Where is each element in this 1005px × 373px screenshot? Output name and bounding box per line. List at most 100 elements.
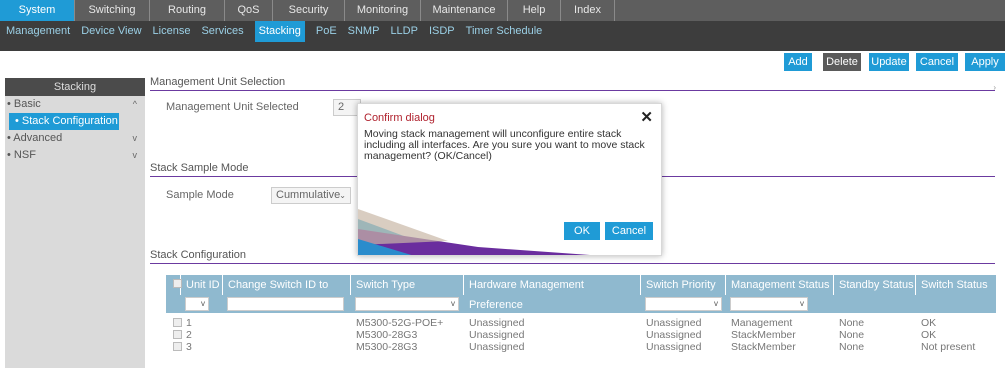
subnav-lldp[interactable]: LLDP	[390, 21, 418, 42]
standby-cell: None	[839, 329, 865, 341]
unit-id-cell: 1	[186, 317, 192, 329]
change-switch-id-cell	[223, 329, 351, 341]
section-divider	[150, 263, 995, 264]
tab-security[interactable]: Security	[273, 0, 345, 21]
management-unit-value: 2	[338, 101, 345, 113]
mgmt-status-cell: StackMember	[731, 329, 796, 341]
standby-cell: None	[839, 341, 865, 353]
standby-cell: None	[839, 317, 865, 329]
table-row[interactable]: 2 M5300-28G3 Unassigned Unassigned Stack…	[166, 329, 996, 341]
unit-id-cell: 2	[186, 329, 192, 341]
col-management-status[interactable]: Management Status	[726, 275, 834, 295]
subnav-device-view[interactable]: Device View	[81, 21, 141, 42]
col-switch-status[interactable]: Switch Status	[916, 275, 996, 295]
collapse-icon[interactable]: ›	[993, 83, 996, 92]
sidebar: Stacking • Basic ^ • Stack Configuration…	[5, 78, 145, 368]
unit-id-filter[interactable]: v	[185, 297, 209, 311]
sidebar-item-basic[interactable]: • Basic ^	[5, 96, 145, 113]
dialog-message: Moving stack management will unconfigure…	[364, 128, 645, 162]
chevron-down-icon: v	[201, 299, 205, 308]
dialog-cancel-button[interactable]: Cancel	[605, 222, 653, 240]
priority-cell: Unassigned	[646, 317, 702, 329]
subnav-license[interactable]: License	[153, 21, 191, 42]
sidebar-item-label: • Stack Configuration	[15, 115, 118, 127]
sidebar-item-advanced[interactable]: • Advanced v	[5, 130, 145, 147]
tab-monitoring[interactable]: Monitoring	[345, 0, 421, 21]
hw-pref-cell: Unassigned	[469, 329, 525, 341]
update-button[interactable]: Update	[869, 53, 909, 71]
table-filter-row: v v v v	[166, 295, 996, 313]
switch-type-cell: M5300-28G3	[356, 341, 418, 353]
action-bar: Add Delete Update Cancel Apply	[0, 51, 1005, 73]
delete-button[interactable]: Delete	[823, 53, 861, 71]
sidebar-item-label: • Advanced	[7, 132, 63, 144]
switch-status-cell: OK	[921, 317, 937, 329]
stack-configuration-table: Unit ID Change Switch ID to Switch Type …	[166, 275, 996, 353]
section-title-management-unit: Management Unit Selection	[150, 76, 286, 88]
mgmt-status-cell: StackMember	[731, 341, 796, 353]
tab-help[interactable]: Help	[508, 0, 561, 21]
switch-status-cell: Not present	[921, 341, 976, 353]
subnav-snmp[interactable]: SNMP	[348, 21, 380, 42]
tab-system[interactable]: System	[0, 0, 75, 21]
subnav-timer-schedule[interactable]: Timer Schedule	[466, 21, 543, 42]
sample-mode-label: Sample Mode	[166, 189, 234, 201]
unit-id-cell: 3	[186, 341, 192, 353]
chevron-down-icon: ⌄	[339, 191, 346, 200]
sidebar-item-label: • Basic	[7, 98, 41, 110]
cancel-button[interactable]: Cancel	[916, 53, 958, 71]
col-hw-mgmt-pref[interactable]: Hardware Management Preference	[464, 275, 641, 311]
add-button[interactable]: Add	[784, 53, 812, 71]
switch-priority-filter[interactable]: v	[645, 297, 722, 311]
tab-maintenance[interactable]: Maintenance	[421, 0, 508, 21]
subnav-poe[interactable]: PoE	[316, 21, 337, 42]
table-row[interactable]: 3 M5300-28G3 Unassigned Unassigned Stack…	[166, 341, 996, 353]
sidebar-title: Stacking	[5, 78, 145, 96]
apply-button[interactable]: Apply	[965, 53, 1005, 71]
change-switch-id-cell	[223, 317, 351, 329]
priority-cell: Unassigned	[646, 341, 702, 353]
confirm-dialog: Confirm dialog ✕ Moving stack management…	[357, 103, 662, 256]
sample-mode-value: Cummulative	[276, 189, 341, 201]
section-title-stack-configuration: Stack Configuration	[150, 249, 246, 261]
tab-index[interactable]: Index	[561, 0, 615, 21]
select-all-cell[interactable]	[166, 275, 182, 295]
tab-switching[interactable]: Switching	[75, 0, 150, 21]
sidebar-item-label: • NSF	[7, 149, 36, 161]
section-divider	[150, 90, 995, 91]
ok-button[interactable]: OK	[564, 222, 600, 240]
hw-pref-cell: Unassigned	[469, 317, 525, 329]
subnav-isdp[interactable]: ISDP	[429, 21, 455, 42]
change-switch-id-filter[interactable]	[227, 297, 344, 311]
management-status-filter[interactable]: v	[730, 297, 808, 311]
section-title-sample-mode: Stack Sample Mode	[150, 162, 249, 174]
col-switch-type[interactable]: Switch Type	[351, 275, 464, 295]
chevron-down-icon: v	[451, 299, 455, 308]
switch-type-cell: M5300-52G-POE+	[356, 317, 444, 329]
subnav-stacking[interactable]: Stacking	[254, 21, 305, 42]
sub-nav: Management Device View License Services …	[0, 21, 1005, 51]
sidebar-item-stack-configuration[interactable]: • Stack Configuration	[9, 113, 119, 130]
close-icon[interactable]: ✕	[640, 108, 653, 126]
table-header: Unit ID Change Switch ID to Switch Type …	[166, 275, 996, 311]
dialog-title: Confirm dialog	[364, 112, 435, 124]
col-change-switch-id[interactable]: Change Switch ID to	[223, 275, 351, 295]
col-switch-priority[interactable]: Switch Priority	[641, 275, 726, 295]
chevron-down-icon: v	[714, 299, 718, 308]
tab-qos[interactable]: QoS	[225, 0, 273, 21]
top-nav: System Switching Routing QoS Security Mo…	[0, 0, 1005, 21]
sample-mode-select[interactable]: Cummulative ⌄	[271, 187, 351, 204]
tab-routing[interactable]: Routing	[150, 0, 225, 21]
chevron-down-icon: v	[800, 299, 804, 308]
switch-type-filter[interactable]: v	[355, 297, 459, 311]
subnav-services[interactable]: Services	[201, 21, 243, 42]
subnav-management[interactable]: Management	[6, 21, 70, 42]
col-standby-status[interactable]: Standby Status	[834, 275, 916, 295]
col-unit-id[interactable]: Unit ID	[181, 275, 223, 295]
switch-status-cell: OK	[921, 329, 937, 341]
table-row[interactable]: 1 M5300-52G-POE+ Unassigned Unassigned M…	[166, 317, 996, 329]
management-unit-label: Management Unit Selected	[166, 101, 299, 113]
chevron-down-icon: v	[132, 133, 138, 143]
sidebar-item-nsf[interactable]: • NSF v	[5, 147, 145, 164]
top-nav-filler	[615, 0, 1005, 21]
